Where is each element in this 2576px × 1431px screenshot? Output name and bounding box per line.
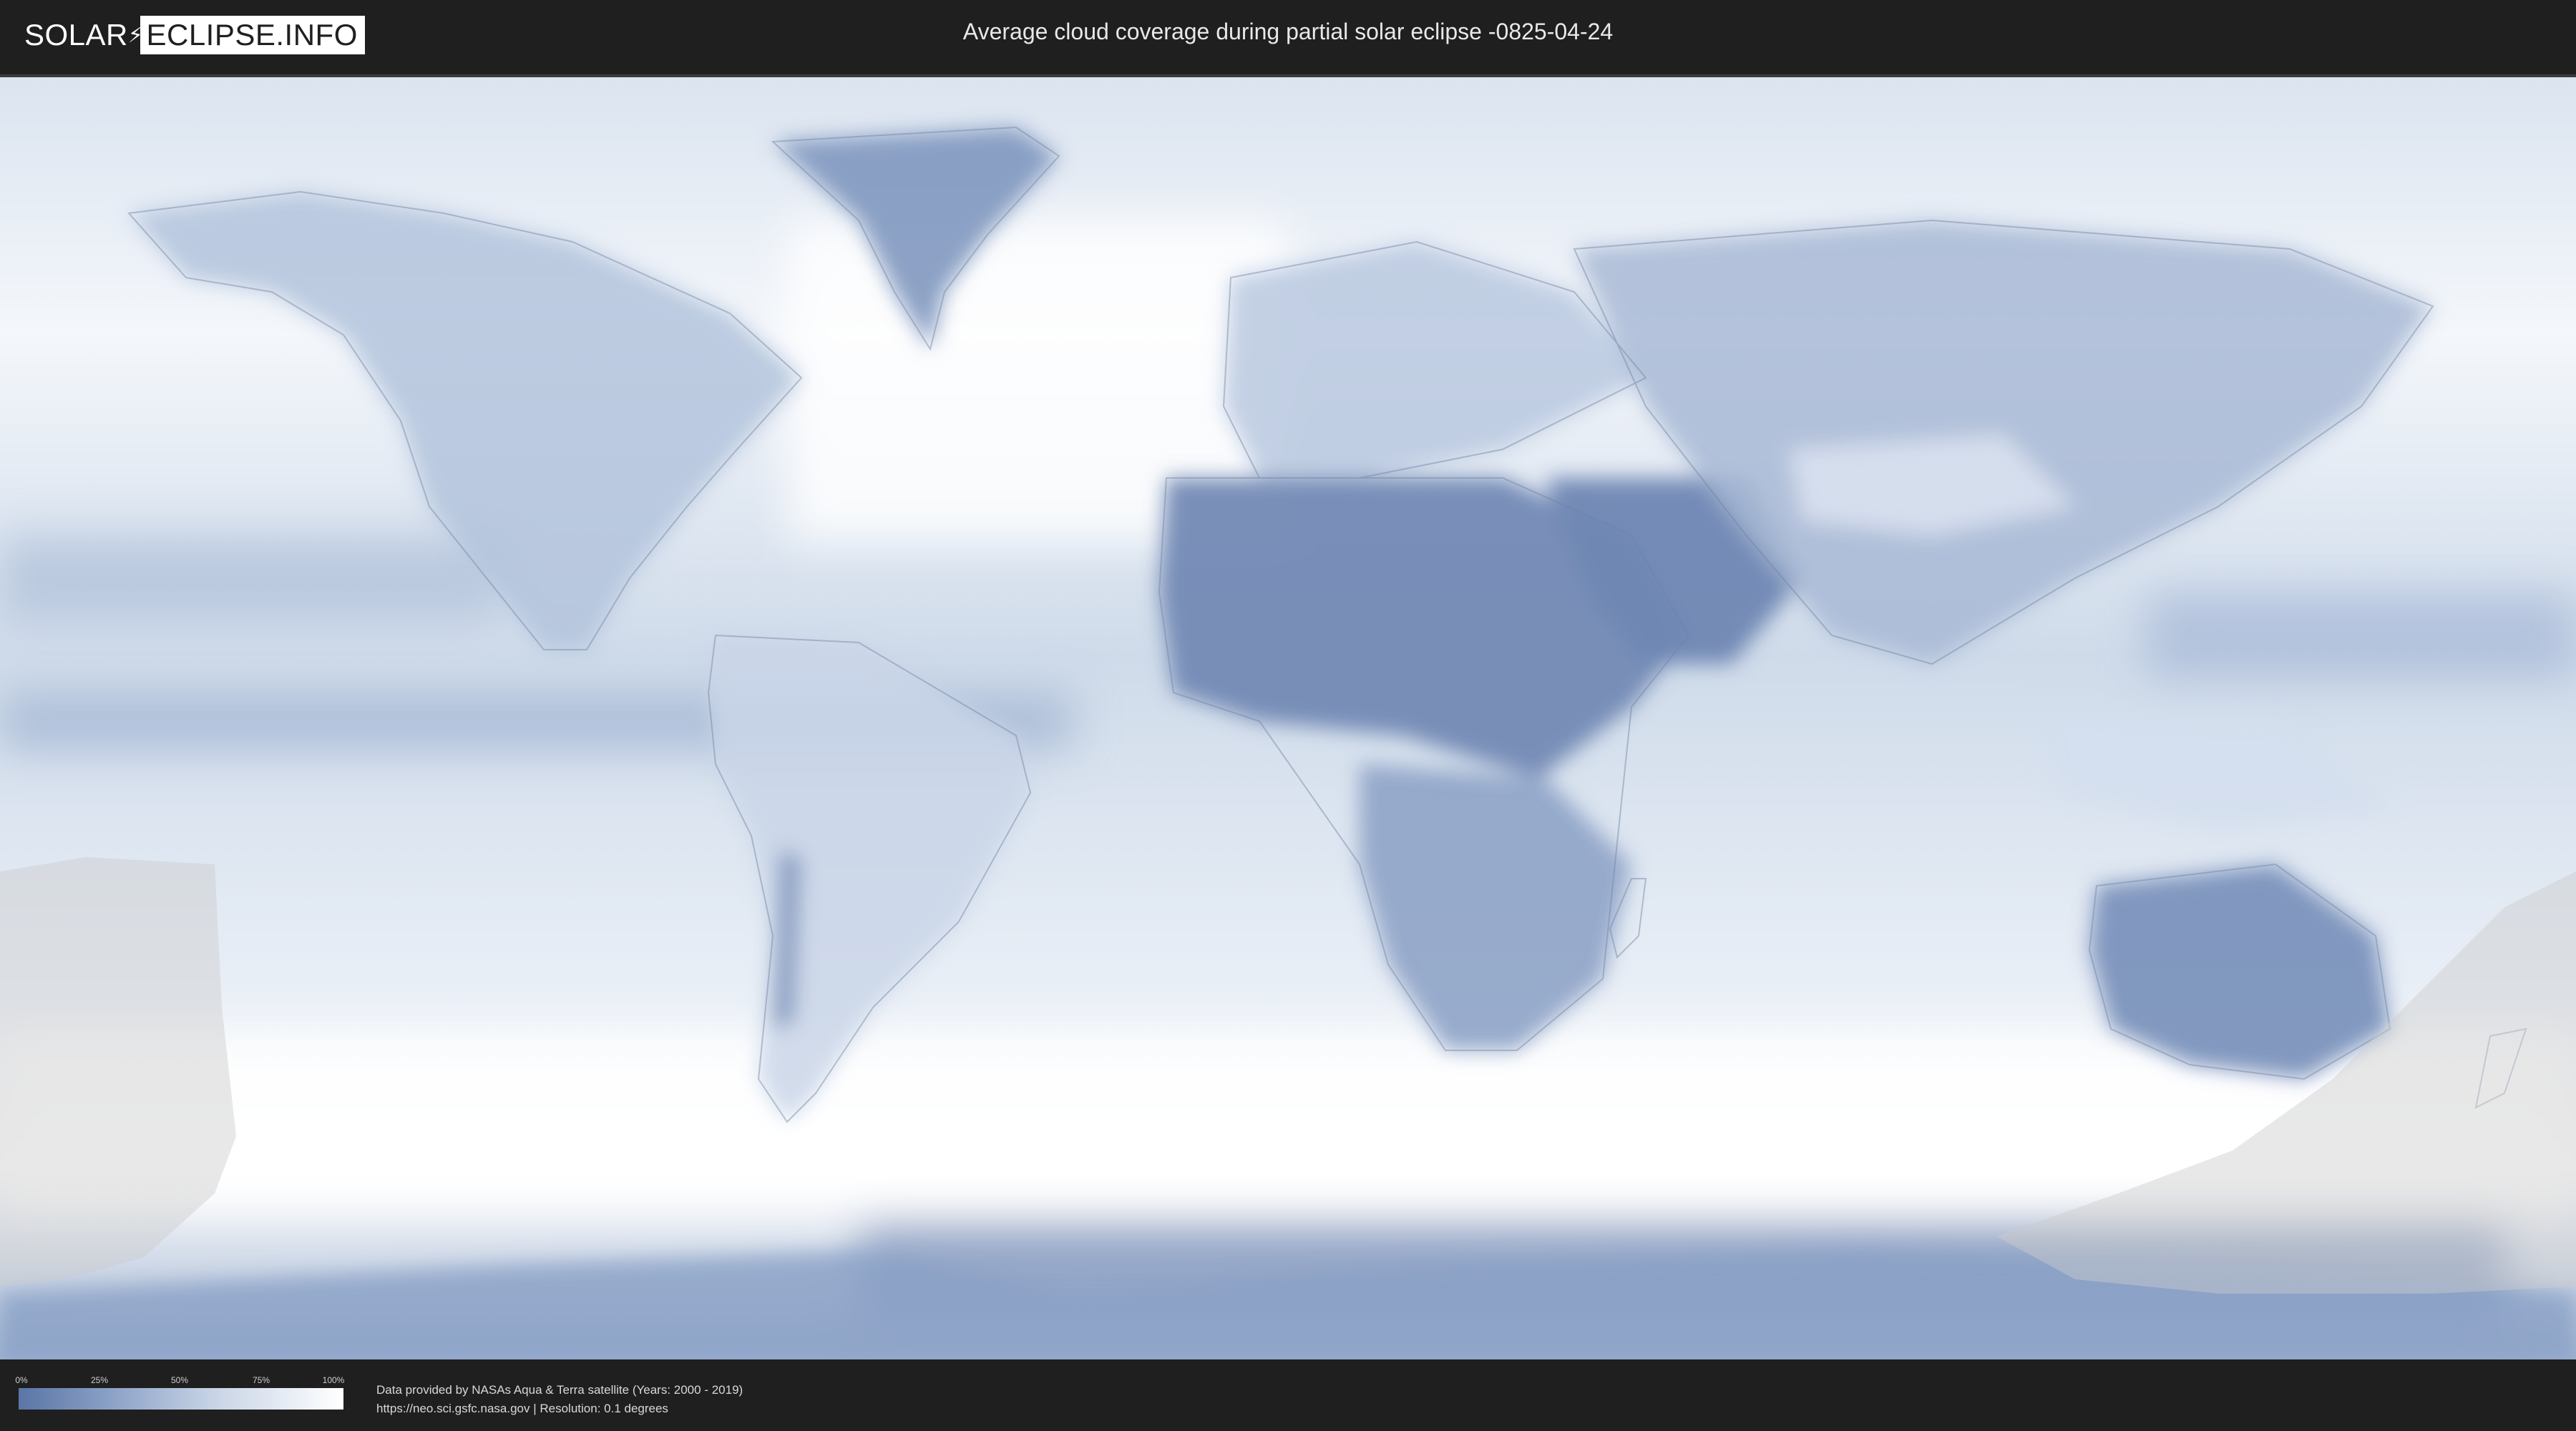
west-pacific-band xyxy=(2147,592,2576,678)
data-credits: Data provided by NASAs Aqua & Terra sate… xyxy=(376,1381,743,1418)
page-title: Average cloud coverage during partial so… xyxy=(962,19,1614,44)
pacific-clear-band xyxy=(0,535,501,621)
credit-line-url[interactable]: https://neo.sci.gsfc.nasa.gov | Resoluti… xyxy=(376,1400,743,1418)
legend-gradient-bar xyxy=(19,1388,343,1410)
bolt-icon: ⚡ xyxy=(127,23,144,47)
map-svg xyxy=(0,77,2576,1362)
cloud-coverage-map[interactable] xyxy=(0,74,2576,1362)
legend-tick-100: 100% xyxy=(322,1375,345,1385)
legend-tick-25: 25% xyxy=(90,1375,109,1385)
credit-line-source: Data provided by NASAs Aqua & Terra sate… xyxy=(376,1383,743,1397)
footer-bar: 0% 25% 50% 75% 100% Data provided by NAS… xyxy=(0,1359,2576,1431)
legend-tick-50: 50% xyxy=(170,1375,189,1385)
legend-tick-0: 0% xyxy=(15,1375,28,1385)
header-bar: SOLAR ⚡ ECLIPSE.INFO Average cloud cover… xyxy=(0,0,2576,72)
legend-ticks: 0% 25% 50% 75% 100% xyxy=(15,1375,345,1387)
legend-tick-75: 75% xyxy=(252,1375,270,1385)
cloud-coverage-legend: 0% 25% 50% 75% 100% xyxy=(15,1375,345,1410)
